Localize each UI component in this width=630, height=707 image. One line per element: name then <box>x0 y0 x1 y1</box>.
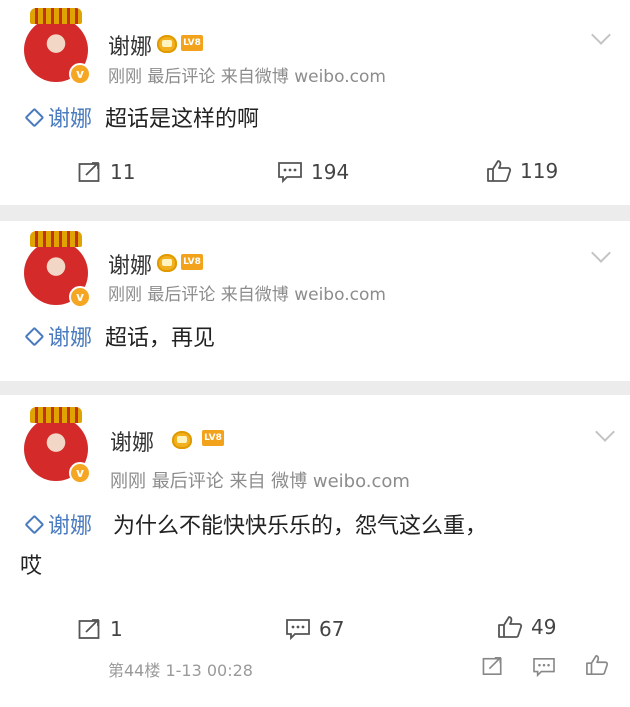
action-bar: 11 194 119 <box>0 155 630 195</box>
post-content: 谢娜 为什么不能快快乐乐的，怨气这么重， 哎 <box>20 507 620 587</box>
repost-button[interactable]: 1 <box>78 617 123 641</box>
repost-icon <box>78 162 100 182</box>
level-badge: LV8 <box>181 254 203 270</box>
divider <box>0 205 630 221</box>
author-name[interactable]: 谢娜 <box>108 29 152 61</box>
floor-timestamp: 第44楼 1-13 00:28 <box>108 661 253 680</box>
like-count: 119 <box>520 159 559 183</box>
reply-like-icon[interactable] <box>585 654 609 676</box>
comment-count: 194 <box>311 160 350 184</box>
verified-badge-icon: v <box>69 462 91 484</box>
avatar-crown-icon <box>30 8 82 24</box>
repost-count: 1 <box>110 617 123 641</box>
topic-icon <box>24 326 45 347</box>
post-meta: 刚刚 最后评论 来自微博 weibo.com <box>108 285 386 305</box>
crown-icon <box>157 35 177 53</box>
like-icon <box>487 160 512 182</box>
post-content: 谢娜 超话是这样的啊 <box>20 100 259 140</box>
comment-count: 67 <box>319 617 345 641</box>
verified-badge-icon: v <box>69 286 91 308</box>
author-name[interactable]: 谢娜 <box>108 248 152 280</box>
like-button[interactable]: 49 <box>497 615 556 639</box>
post-text: 超话是这样的啊 <box>105 107 260 132</box>
chevron-down-icon[interactable] <box>591 25 611 45</box>
avatar[interactable]: v <box>24 407 91 484</box>
post-3: v 谢娜 LV8 刚刚 最后评论 来自 微博 weibo.com 谢娜 为什么不… <box>0 395 630 707</box>
comment-button[interactable]: 67 <box>285 617 344 641</box>
topic-icon <box>24 107 45 128</box>
crown-icon <box>157 254 177 272</box>
post-text-line-2: 哎 <box>20 554 43 579</box>
verified-badge-icon: v <box>69 63 91 85</box>
author-name[interactable]: 谢娜 <box>110 425 154 457</box>
reply-comment-icon[interactable] <box>532 657 556 677</box>
comment-icon <box>286 619 310 640</box>
post-2: v 谢娜 LV8 刚刚 最后评论 来自微博 weibo.com 谢娜 超话，再见 <box>0 221 630 381</box>
chevron-down-icon[interactable] <box>595 422 615 442</box>
topic-icon <box>24 514 45 535</box>
topic-link[interactable]: 谢娜 <box>48 326 92 351</box>
post-content: 谢娜 超话，再见 <box>20 319 215 359</box>
topic-link[interactable]: 谢娜 <box>48 107 92 132</box>
repost-icon <box>78 619 100 639</box>
divider <box>0 381 630 395</box>
post-text: 超话，再见 <box>105 326 216 351</box>
avatar[interactable]: v <box>24 231 91 308</box>
level-badge: LV8 <box>181 35 203 51</box>
crown-icon <box>172 431 192 449</box>
post-meta: 刚刚 最后评论 来自 微博 weibo.com <box>110 471 410 492</box>
reply-repost-icon[interactable] <box>482 656 504 676</box>
topic-link[interactable]: 谢娜 <box>48 514 92 539</box>
like-icon <box>498 616 523 638</box>
avatar[interactable]: v <box>24 8 91 85</box>
comment-button[interactable]: 194 <box>277 160 349 184</box>
avatar-crown-icon <box>30 407 82 423</box>
post-meta: 刚刚 最后评论 来自微博 weibo.com <box>108 67 386 87</box>
like-count: 49 <box>531 615 557 639</box>
post-1: v 谢娜 LV8 刚刚 最后评论 来自微博 weibo.com 谢娜 超话是这样… <box>0 0 630 205</box>
action-bar: 1 67 49 <box>0 613 630 653</box>
post-text: 为什么不能快快乐乐的，怨气这么重， <box>113 514 488 539</box>
chevron-down-icon[interactable] <box>591 243 611 263</box>
level-badge: LV8 <box>202 430 224 446</box>
repost-count: 11 <box>110 160 136 184</box>
comment-icon <box>278 162 302 183</box>
avatar-crown-icon <box>30 231 82 247</box>
repost-button[interactable]: 11 <box>78 160 135 184</box>
like-button[interactable]: 119 <box>486 159 558 183</box>
